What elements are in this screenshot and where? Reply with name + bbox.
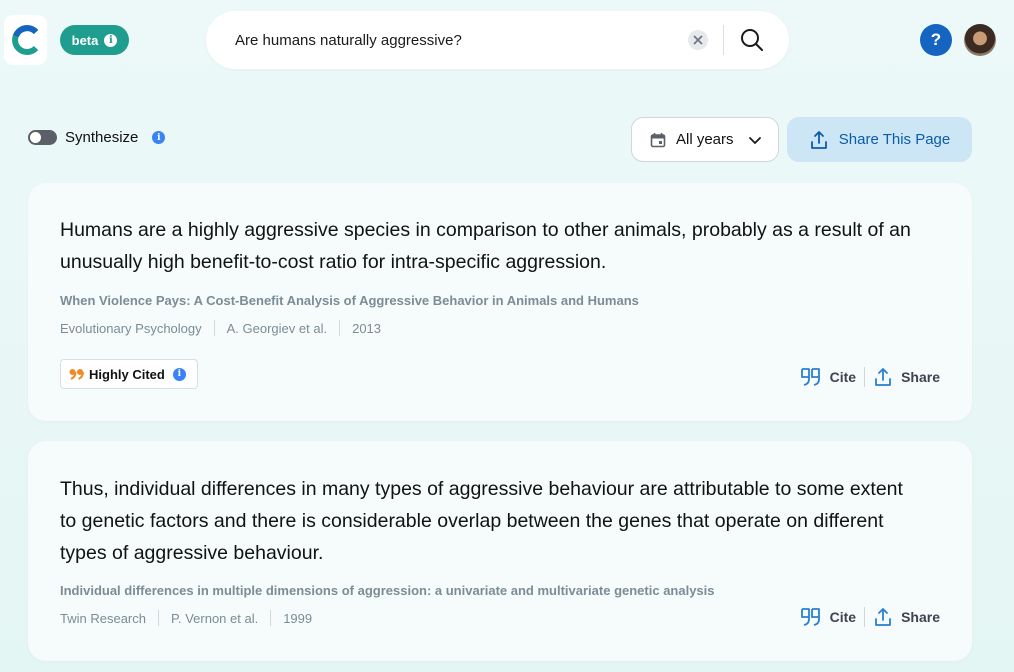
result-actions: Cite Share [800,607,940,627]
result-card[interactable]: Thus, individual differences in many typ… [28,441,972,661]
journal-name: Twin Research [60,610,146,626]
info-icon: i [104,33,118,47]
search-icon [741,29,763,51]
beta-badge[interactable]: beta i [60,25,129,55]
meta-divider [339,320,341,336]
share-page-label: Share This Page [838,131,951,148]
paper-meta: Twin Research P. Vernon et al. 1999 [60,610,312,626]
share-icon [875,368,891,386]
result-card[interactable]: Humans are a highly aggressive species i… [28,183,972,421]
year-filter-dropdown[interactable]: All years [631,117,779,162]
search-button[interactable] [739,27,765,53]
info-icon[interactable]: i [152,131,166,144]
meta-divider [270,610,272,626]
paper-title-link[interactable]: When Violence Pays: A Cost-Benefit Analy… [60,293,639,308]
app-logo[interactable] [4,15,47,65]
highly-cited-badge[interactable]: Highly Cited i [60,359,198,389]
result-finding: Humans are a highly aggressive species i… [60,219,911,273]
quote-icon [69,369,84,380]
author-names: P. Vernon et al. [170,610,259,626]
cite-button[interactable]: Cite [800,367,856,387]
search-divider [723,25,724,55]
help-button[interactable]: ? [920,24,952,56]
share-label: Share [901,369,940,385]
cite-label: Cite [829,369,857,385]
search-bar [206,11,789,69]
result-actions: Cite Share [800,367,940,387]
cite-label: Cite [829,609,857,625]
share-icon [810,130,827,149]
year-filter-label: All years [676,131,734,148]
search-input[interactable] [235,27,675,53]
close-icon [693,35,703,45]
clear-search-button[interactable] [688,30,708,50]
action-divider [864,367,866,387]
quote-icon [800,368,820,386]
share-button[interactable]: Share [873,607,940,627]
beta-label: beta [71,32,99,48]
cite-button[interactable]: Cite [800,607,856,627]
result-finding: Thus, individual differences in many typ… [60,478,903,564]
author-names: A. Georgiev et al. [226,320,328,336]
journal-name: Evolutionary Psychology [60,320,202,336]
publication-year: 1999 [283,610,313,626]
share-button[interactable]: Share [873,367,940,387]
publication-year: 2013 [352,320,382,336]
user-avatar[interactable] [964,24,996,56]
badge-label: Highly Cited [89,366,165,382]
toggle-knob [30,132,41,143]
info-icon: i [172,367,186,381]
meta-divider [157,610,159,626]
meta-divider [213,320,215,336]
paper-title-link[interactable]: Individual differences in multiple dimen… [60,583,715,598]
synthesize-control: Synthesize i [28,129,166,146]
action-divider [864,607,866,627]
help-icon: ? [930,30,942,49]
consensus-logo-icon [11,25,38,55]
paper-meta: Evolutionary Psychology A. Georgiev et a… [60,320,381,336]
share-icon [875,608,891,626]
share-page-button[interactable]: Share This Page [787,117,972,162]
quote-icon [800,608,820,626]
synthesize-label: Synthesize [65,129,139,146]
share-label: Share [901,609,940,625]
chevron-down-icon [748,136,761,144]
synthesize-toggle[interactable] [28,130,57,145]
calendar-icon [650,132,666,147]
